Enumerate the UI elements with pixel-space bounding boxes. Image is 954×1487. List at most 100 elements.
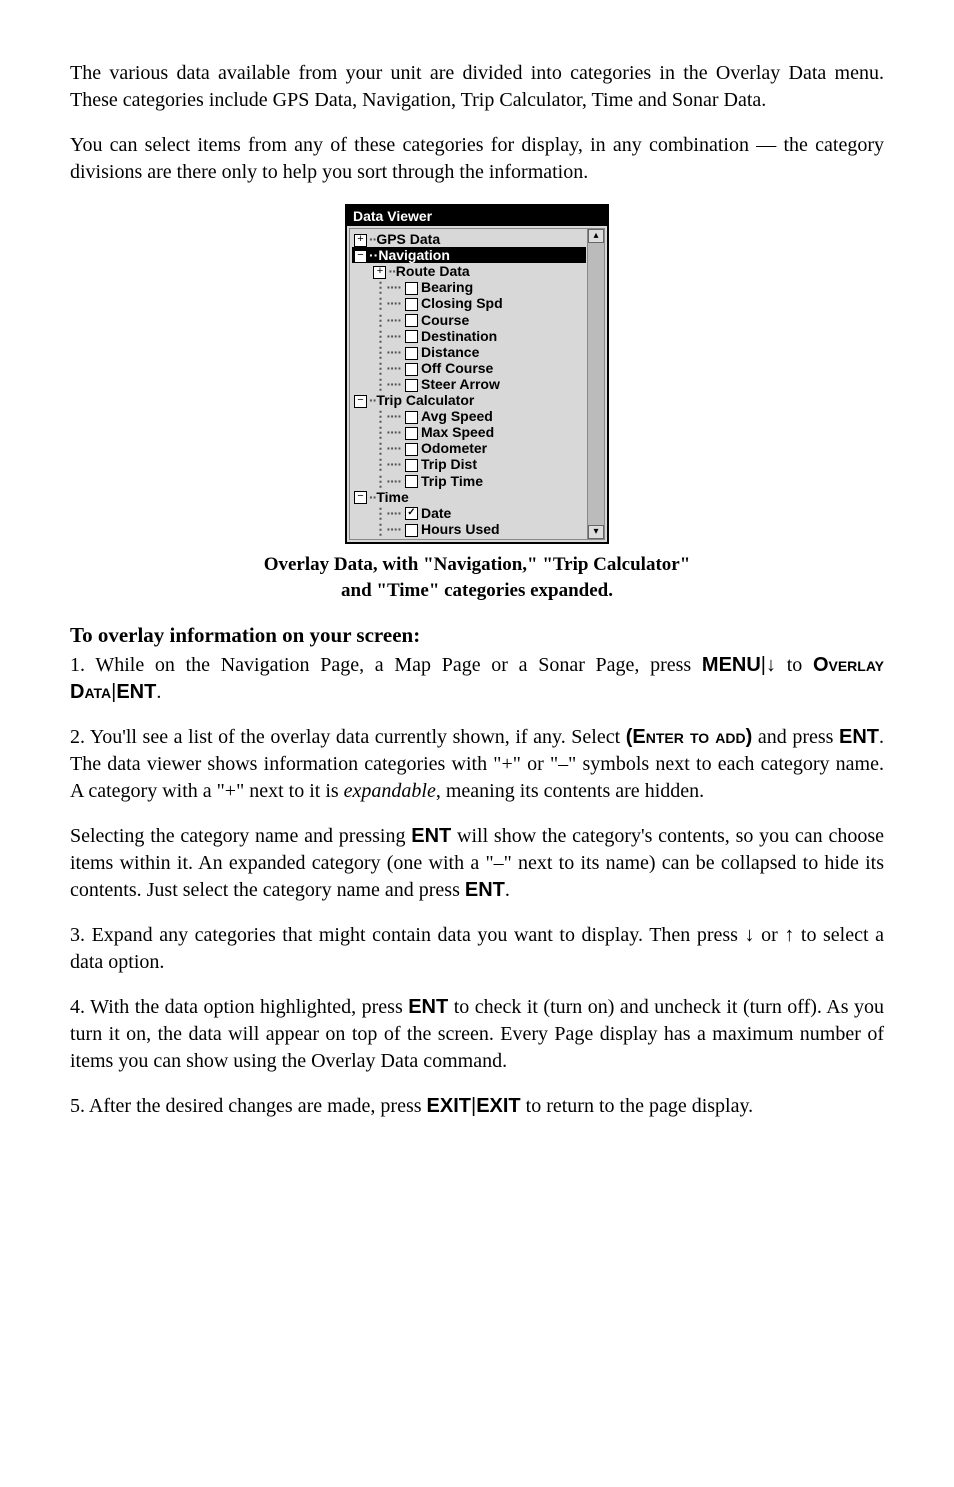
section-heading: To overlay information on your screen:	[70, 621, 884, 649]
label-date: Date	[421, 505, 451, 521]
period: .	[156, 681, 161, 703]
checkbox-icon[interactable]	[405, 524, 418, 537]
label-off-course: Off Course	[421, 360, 493, 376]
key-exit: EXIT	[476, 1095, 520, 1117]
label-avg-speed: Avg Speed	[421, 408, 493, 424]
step3-text-a: 3. Expand any categories that might cont…	[70, 924, 745, 946]
key-ent: ENT	[465, 879, 505, 901]
tree-destination[interactable]: ⋮···· Destination	[352, 328, 586, 344]
caption-line-2: and "Time" categories expanded.	[341, 580, 613, 601]
label-steer-arrow: Steer Arrow	[421, 376, 500, 392]
expander-minus-icon[interactable]: −	[354, 250, 367, 263]
key-ent: ENT	[411, 825, 451, 847]
data-viewer-figure: Data Viewer ▴ ▾ +··GPS Data −··Navigatio…	[70, 204, 884, 544]
step-4: 4. With the data option highlighted, pre…	[70, 994, 884, 1075]
tree-course[interactable]: ⋮···· Course	[352, 312, 586, 328]
checkbox-icon[interactable]	[405, 443, 418, 456]
label-destination: Destination	[421, 328, 497, 344]
checkbox-icon[interactable]	[405, 363, 418, 376]
checkbox-icon[interactable]	[405, 475, 418, 488]
tree-avg-speed[interactable]: ⋮···· Avg Speed	[352, 408, 586, 424]
tree-closing-spd[interactable]: ⋮···· Closing Spd	[352, 295, 586, 311]
step-2: 2. You'll see a list of the overlay data…	[70, 724, 884, 805]
step-5: 5. After the desired changes are made, p…	[70, 1093, 884, 1120]
checkbox-icon[interactable]	[405, 330, 418, 343]
label-closing-spd: Closing Spd	[421, 295, 503, 311]
key-exit: EXIT	[427, 1095, 471, 1117]
expander-minus-icon[interactable]: −	[354, 395, 367, 408]
expandable-term: expandable	[344, 780, 436, 802]
label-navigation: Navigation	[378, 247, 450, 263]
key-menu: MENU	[702, 654, 761, 676]
tree-navigation[interactable]: −··Navigation	[352, 247, 586, 263]
tree-bearing[interactable]: ⋮···· Bearing	[352, 279, 586, 295]
scroll-up-arrow-icon[interactable]: ▴	[588, 229, 604, 243]
step5-text-b: to return to the page display.	[521, 1095, 754, 1117]
step2-text-b: and press	[752, 726, 839, 748]
data-viewer-body: ▴ ▾ +··GPS Data −··Navigation +··Route D…	[349, 228, 605, 540]
step1-text-a: 1. While on the Navigation Page, a Map P…	[70, 654, 702, 676]
step4-text-a: 4. With the data option highlighted, pre…	[70, 996, 408, 1018]
scroll-down-arrow-icon[interactable]: ▾	[588, 525, 604, 539]
label-hours-used: Hours Used	[421, 521, 500, 537]
expander-minus-icon[interactable]: −	[354, 491, 367, 504]
step1-to: to	[776, 654, 813, 676]
tree-steer-arrow[interactable]: ⋮···· Steer Arrow	[352, 376, 586, 392]
checkbox-icon[interactable]	[405, 459, 418, 472]
tree-max-speed[interactable]: ⋮···· Max Speed	[352, 424, 586, 440]
label-max-speed: Max Speed	[421, 424, 494, 440]
down-arrow-icon	[766, 654, 776, 676]
checkbox-icon[interactable]	[405, 282, 418, 295]
tree-content: +··GPS Data −··Navigation +··Route Data …	[350, 229, 604, 539]
intro-para-2: You can select items from any of these c…	[70, 132, 884, 186]
label-distance: Distance	[421, 344, 479, 360]
tree-off-course[interactable]: ⋮···· Off Course	[352, 360, 586, 376]
tree-trip-time[interactable]: ⋮···· Trip Time	[352, 473, 586, 489]
up-arrow-icon	[784, 924, 794, 946]
expander-plus-icon[interactable]: +	[373, 266, 386, 279]
checkbox-icon[interactable]	[405, 298, 418, 311]
tree-odometer[interactable]: ⋮···· Odometer	[352, 440, 586, 456]
data-viewer-window: Data Viewer ▴ ▾ +··GPS Data −··Navigatio…	[345, 204, 609, 544]
para-selecting: Selecting the category name and pressing…	[70, 823, 884, 904]
tree-trip-calculator[interactable]: −··Trip Calculator	[352, 392, 586, 408]
period: .	[505, 879, 510, 901]
key-ent: ENT	[116, 681, 156, 703]
checkbox-checked-icon[interactable]: ✓	[405, 507, 418, 520]
checkbox-icon[interactable]	[405, 347, 418, 360]
step5-text-a: 5. After the desired changes are made, p…	[70, 1095, 427, 1117]
data-viewer-title: Data Viewer	[347, 206, 607, 226]
key-ent: ENT	[839, 726, 879, 748]
key-ent: ENT	[408, 996, 448, 1018]
checkbox-icon[interactable]	[405, 379, 418, 392]
para3-text-a: Selecting the category name and pressing	[70, 825, 411, 847]
checkbox-icon[interactable]	[405, 427, 418, 440]
expander-plus-icon[interactable]: +	[354, 234, 367, 247]
tree-route-data[interactable]: +··Route Data	[352, 263, 586, 279]
tree-date[interactable]: ⋮···· ✓Date	[352, 505, 586, 521]
label-gps-data: GPS Data	[376, 231, 440, 247]
tree-distance[interactable]: ⋮···· Distance	[352, 344, 586, 360]
checkbox-icon[interactable]	[405, 314, 418, 327]
key-enter-to-add: (Enter to add)	[626, 726, 753, 748]
label-time: Time	[376, 489, 408, 505]
figure-caption: Overlay Data, with "Navigation," "Trip C…	[70, 552, 884, 603]
down-arrow-icon	[745, 924, 755, 946]
label-trip-time: Trip Time	[421, 473, 483, 489]
tree-time[interactable]: −··Time	[352, 489, 586, 505]
step-3: 3. Expand any categories that might cont…	[70, 922, 884, 976]
label-odometer: Odometer	[421, 440, 487, 456]
step-1: 1. While on the Navigation Page, a Map P…	[70, 652, 884, 706]
tree-hours-used[interactable]: ⋮···· Hours Used	[352, 521, 586, 537]
scrollbar[interactable]: ▴ ▾	[587, 229, 604, 539]
tree-gps-data[interactable]: +··GPS Data	[352, 231, 586, 247]
label-course: Course	[421, 312, 469, 328]
checkbox-icon[interactable]	[405, 411, 418, 424]
label-bearing: Bearing	[421, 279, 473, 295]
step2-text-d: , meaning its contents are hidden.	[436, 780, 704, 802]
tree-trip-dist[interactable]: ⋮···· Trip Dist	[352, 456, 586, 472]
label-trip-dist: Trip Dist	[421, 456, 477, 472]
caption-line-1: Overlay Data, with "Navigation," "Trip C…	[264, 554, 691, 575]
step2-text-a: 2. You'll see a list of the overlay data…	[70, 726, 626, 748]
step3-or: or	[755, 924, 785, 946]
